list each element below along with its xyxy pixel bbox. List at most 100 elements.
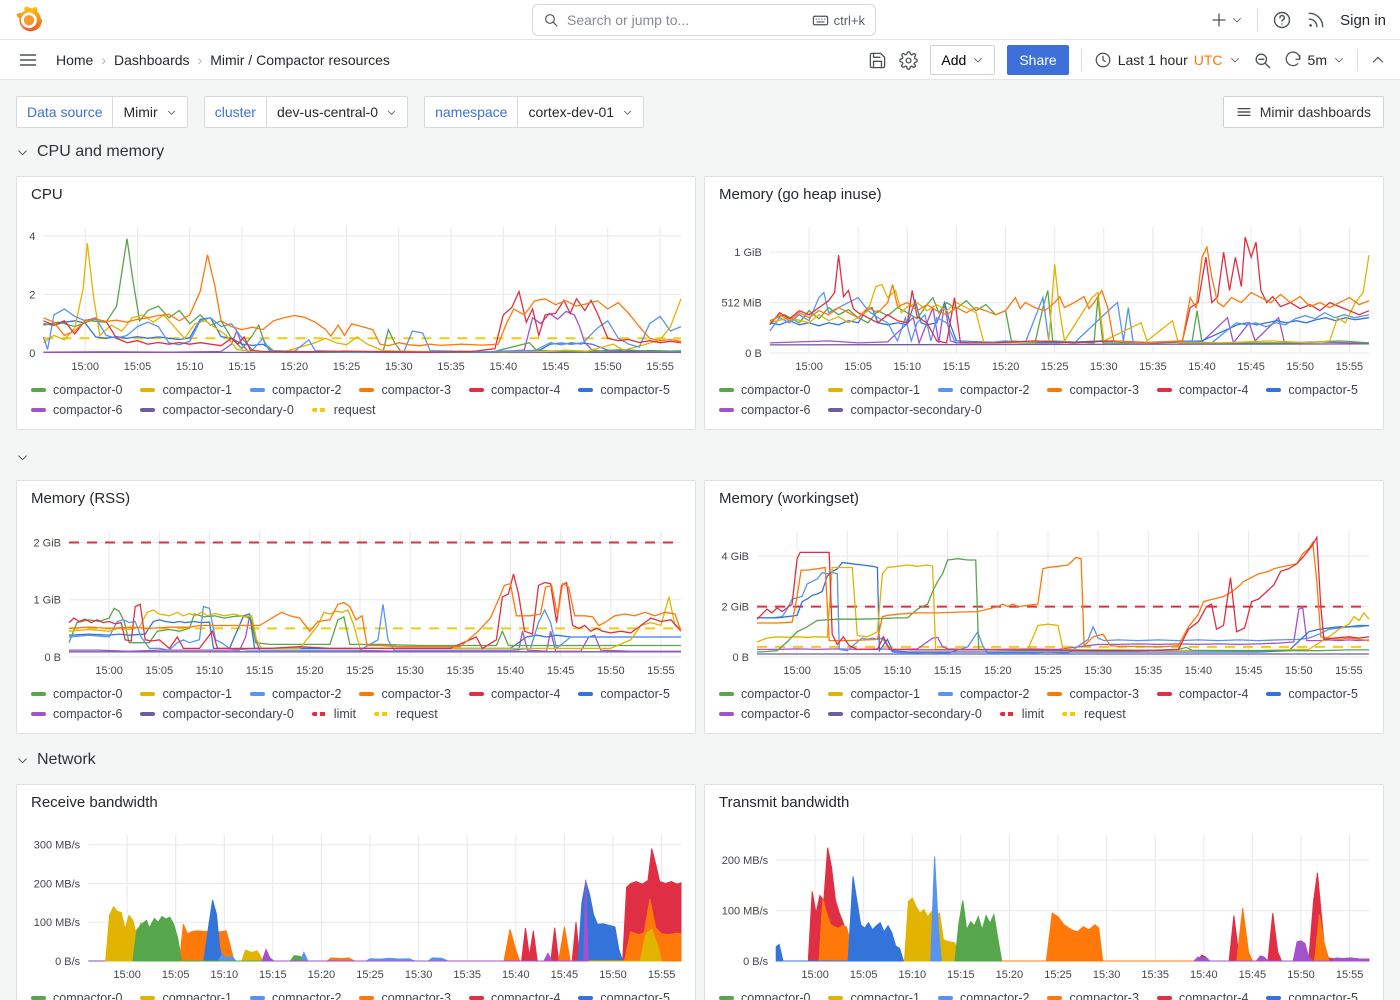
panel-title[interactable]: Receive bandwidth [31,794,158,811]
legend-item-compactor-2[interactable]: compactor-2 [250,687,341,701]
legend-item-compactor-0[interactable]: compactor-0 [31,991,122,1000]
search-input[interactable]: Search or jump to... ctrl+k [532,4,876,36]
legend-item-compactor-4[interactable]: compactor-4 [469,991,560,1000]
filter-label-namespace[interactable]: namespace [424,96,517,128]
legend-item-compactor-3[interactable]: compactor-3 [1047,383,1138,397]
legend-item-compactor-4[interactable]: compactor-4 [1157,687,1248,701]
legend-item-compactor-4[interactable]: compactor-4 [1157,383,1248,397]
legend-item-compactor-0[interactable]: compactor-0 [31,687,122,701]
chart-svg[interactable]: 15:0015:0515:1015:1515:2015:2515:3015:35… [711,819,1377,991]
legend-item-compactor-5[interactable]: compactor-5 [578,991,669,1000]
chart-svg[interactable]: 15:0015:0515:1015:1515:2015:2515:3015:35… [23,515,689,687]
panel-title[interactable]: Memory (workingset) [719,490,859,507]
chart-memory-go-heap[interactable]: 15:0015:0515:1015:1515:2015:2515:3015:35… [711,211,1377,383]
legend-item-request[interactable]: request [374,707,438,721]
legend-item-compactor-3[interactable]: compactor-3 [359,383,450,397]
legend-item-request[interactable]: request [1062,707,1126,721]
refresh-picker[interactable]: 5m [1284,51,1345,69]
mimir-dashboards-button[interactable]: Mimir dashboards [1223,96,1384,128]
news-icon[interactable] [1306,10,1326,30]
filter-label-datasource[interactable]: Data source [16,96,112,128]
legend-item-compactor-2[interactable]: compactor-2 [938,687,1029,701]
legend-item-compactor-secondary-0[interactable]: compactor-secondary-0 [828,707,981,721]
filter-value-namespace[interactable]: cortex-dev-01 [517,96,644,128]
chart-svg[interactable]: 15:0015:0515:1015:1515:2015:2515:3015:35… [23,211,689,383]
chart-transmit-bandwidth[interactable]: 15:0015:0515:1015:1515:2015:2515:3015:35… [711,819,1377,991]
zoom-out-icon[interactable] [1253,51,1272,70]
svg-text:15:00: 15:00 [113,969,141,981]
legend-item-compactor-0[interactable]: compactor-0 [719,383,810,397]
legend-item-compactor-2[interactable]: compactor-2 [250,991,341,1000]
filter-value-cluster[interactable]: dev-us-central-0 [266,96,408,128]
filter-value-datasource[interactable]: Mimir [112,96,187,128]
share-button[interactable]: Share [1007,45,1068,75]
legend-item-compactor-5[interactable]: compactor-5 [578,383,669,397]
legend-item-compactor-6[interactable]: compactor-6 [719,403,810,417]
legend-item-compactor-3[interactable]: compactor-3 [359,687,450,701]
chart-svg[interactable]: 15:0015:0515:1015:1515:2015:2515:3015:35… [711,211,1377,383]
legend-item-compactor-6[interactable]: compactor-6 [31,403,122,417]
chart-memory-workingset[interactable]: 15:0015:0515:1015:1515:2015:2515:3015:35… [711,515,1377,687]
legend-label: compactor-3 [1069,687,1138,701]
section-network[interactable]: Network [16,747,96,773]
legend-item-compactor-3[interactable]: compactor-3 [1047,687,1138,701]
legend-item-compactor-1[interactable]: compactor-1 [140,383,231,397]
panel-title[interactable]: Memory (go heap inuse) [719,186,882,203]
legend-item-limit[interactable]: limit [312,707,356,721]
panel-title[interactable]: CPU [31,186,63,203]
breadcrumb-dashboards[interactable]: Dashboards [114,52,190,68]
legend-item-compactor-secondary-0[interactable]: compactor-secondary-0 [828,403,981,417]
chart-memory-rss[interactable]: 15:0015:0515:1015:1515:2015:2515:3015:35… [23,515,689,687]
svg-text:15:00: 15:00 [795,361,823,373]
panel-title[interactable]: Memory (RSS) [31,490,130,507]
svg-text:15:05: 15:05 [146,665,174,677]
legend-item-compactor-1[interactable]: compactor-1 [140,687,231,701]
sign-in-button[interactable]: Sign in [1340,12,1386,29]
legend-item-compactor-5[interactable]: compactor-5 [578,687,669,701]
legend-item-compactor-1[interactable]: compactor-1 [828,991,919,1000]
filter-label-cluster[interactable]: cluster [204,96,266,128]
settings-icon[interactable] [899,51,918,70]
legend-item-compactor-5[interactable]: compactor-5 [1266,383,1357,397]
legend-item-compactor-0[interactable]: compactor-0 [31,383,122,397]
section-collapsed-empty[interactable] [16,444,29,470]
time-range-picker[interactable]: Last 1 hour UTC [1094,51,1241,69]
add-button[interactable]: Add [930,45,995,75]
legend-item-compactor-6[interactable]: compactor-6 [31,707,122,721]
save-icon[interactable] [868,51,887,70]
chart-svg[interactable]: 15:0015:0515:1015:1515:2015:2515:3015:35… [23,819,689,991]
legend-item-compactor-1[interactable]: compactor-1 [140,991,231,1000]
legend-item-compactor-4[interactable]: compactor-4 [1157,991,1248,1000]
legend-item-limit[interactable]: limit [1000,707,1044,721]
chevron-up-icon[interactable] [1370,52,1386,68]
legend-swatch [719,692,734,696]
legend-item-compactor-1[interactable]: compactor-1 [828,383,919,397]
legend-item-compactor-2[interactable]: compactor-2 [250,383,341,397]
legend-swatch [1266,996,1281,1000]
new-button[interactable] [1210,11,1243,29]
legend-item-compactor-5[interactable]: compactor-5 [1266,991,1357,1000]
breadcrumb-home[interactable]: Home [56,52,93,68]
legend-item-compactor-3[interactable]: compactor-3 [359,991,450,1000]
chart-cpu[interactable]: 15:0015:0515:1015:1515:2015:2515:3015:35… [23,211,689,383]
legend-item-compactor-2[interactable]: compactor-2 [938,991,1029,1000]
legend-item-compactor-2[interactable]: compactor-2 [938,383,1029,397]
legend-item-compactor-secondary-0[interactable]: compactor-secondary-0 [140,707,293,721]
legend-item-compactor-6[interactable]: compactor-6 [719,707,810,721]
help-icon[interactable] [1272,10,1292,30]
grafana-logo[interactable] [16,7,42,33]
legend-item-compactor-4[interactable]: compactor-4 [469,383,560,397]
panel-title[interactable]: Transmit bandwidth [719,794,849,811]
legend-item-compactor-secondary-0[interactable]: compactor-secondary-0 [140,403,293,417]
legend-item-compactor-0[interactable]: compactor-0 [719,687,810,701]
chart-svg[interactable]: 15:0015:0515:1015:1515:2015:2515:3015:35… [711,515,1377,687]
legend-item-request[interactable]: request [312,403,376,417]
section-cpu-and-memory[interactable]: CPU and memory [16,139,164,165]
legend-item-compactor-1[interactable]: compactor-1 [828,687,919,701]
legend-item-compactor-5[interactable]: compactor-5 [1266,687,1357,701]
menu-icon[interactable] [18,50,38,70]
legend-item-compactor-3[interactable]: compactor-3 [1047,991,1138,1000]
chart-receive-bandwidth[interactable]: 15:0015:0515:1015:1515:2015:2515:3015:35… [23,819,689,991]
legend-item-compactor-4[interactable]: compactor-4 [469,687,560,701]
legend-item-compactor-0[interactable]: compactor-0 [719,991,810,1000]
